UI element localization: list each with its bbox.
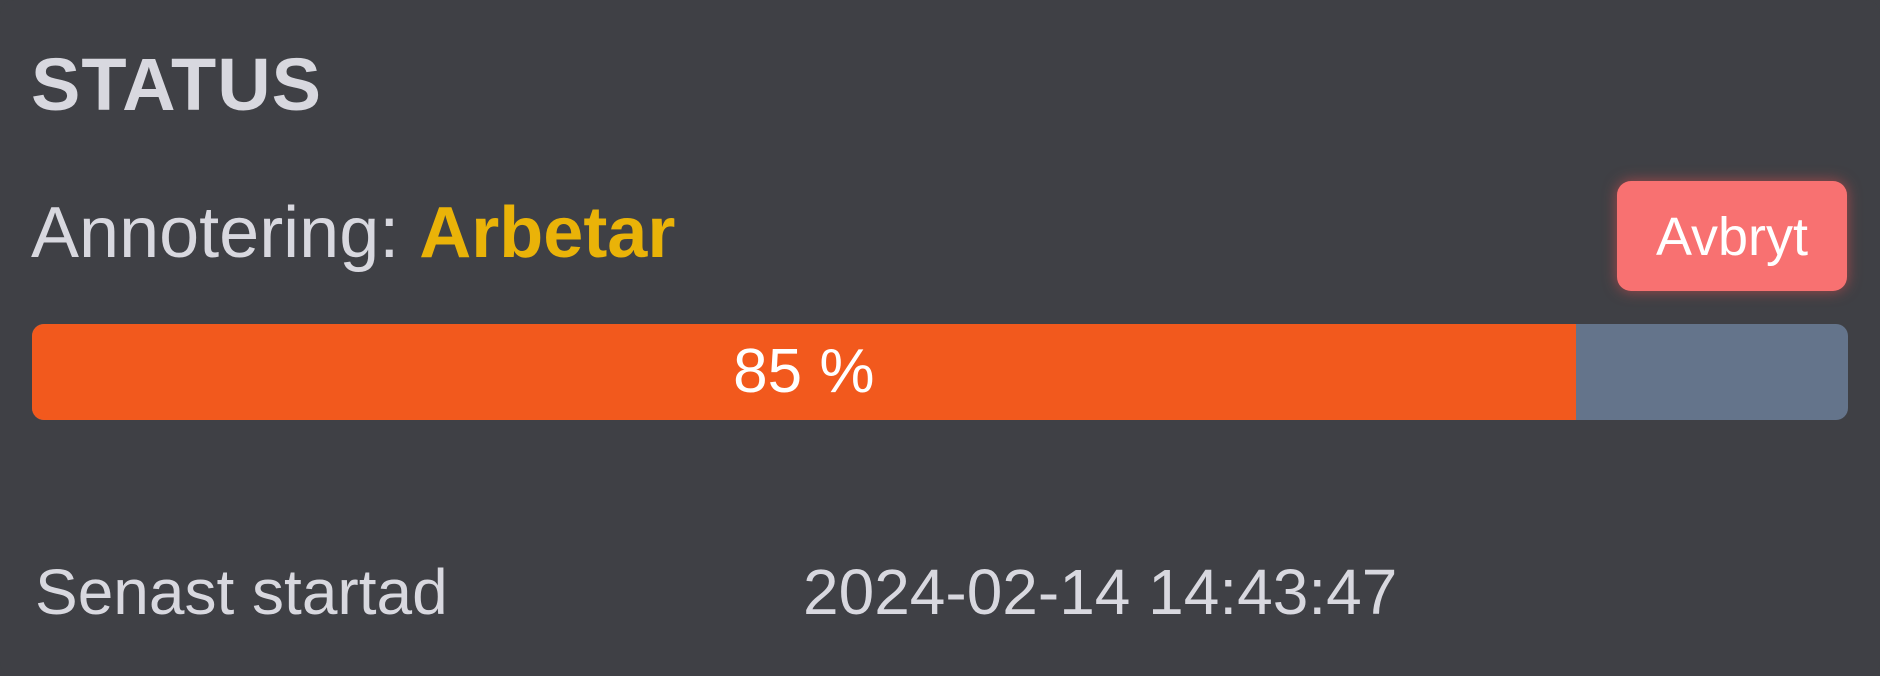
status-panel: STATUS Annotering: Arbetar Avbryt 85 % S… — [0, 0, 1880, 676]
progress-fill: 85 % — [32, 324, 1576, 420]
progress-label: 85 % — [733, 337, 875, 406]
annotation-state: Arbetar — [419, 193, 676, 273]
panel-title: STATUS — [31, 43, 323, 126]
progress-bar: 85 % — [32, 324, 1848, 420]
last-started-label: Senast startad — [35, 556, 448, 628]
last-started-value: 2024-02-14 14:43:47 — [803, 556, 1398, 628]
annotation-label: Annotering: — [31, 193, 400, 273]
cancel-button[interactable]: Avbryt — [1617, 181, 1847, 291]
annotation-status: Annotering: Arbetar — [31, 197, 675, 269]
